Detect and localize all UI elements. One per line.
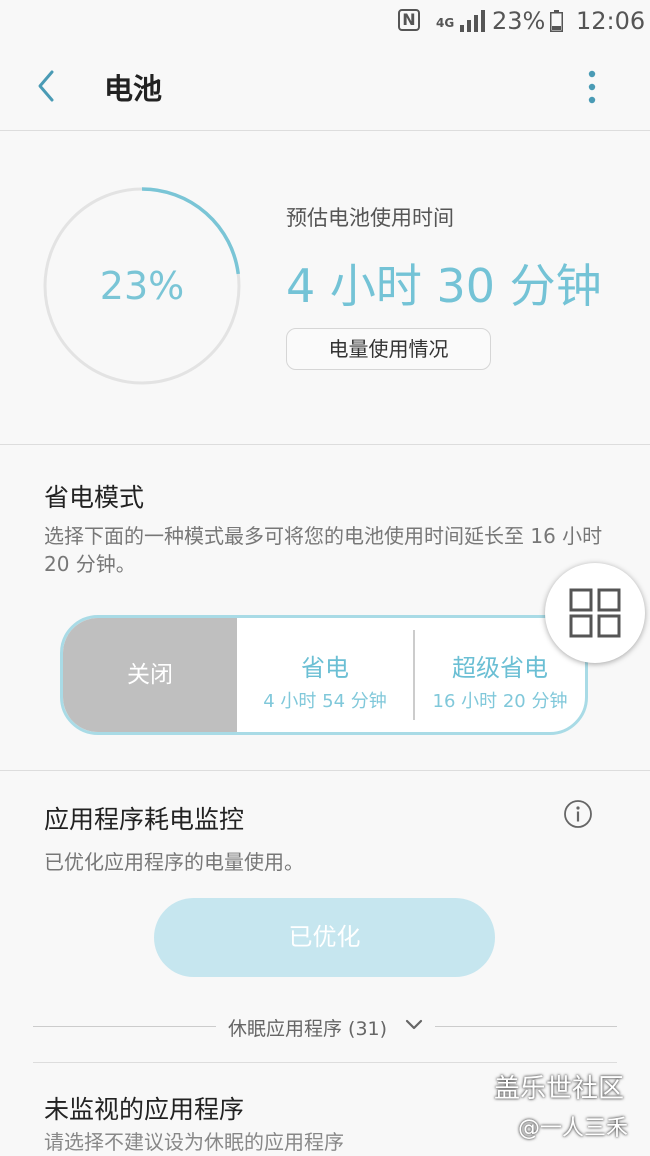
mode-off-button[interactable]: 关闭 — [63, 618, 237, 732]
estimate-label: 预估电池使用时间 — [286, 206, 454, 230]
estimate-time: 4 小时 30 分钟 — [286, 259, 602, 313]
sleeping-apps-line-right — [435, 1026, 617, 1027]
page-title: 电池 — [104, 72, 163, 106]
sleeping-apps-toggle[interactable]: 休眠应用程序 (31) — [228, 1014, 387, 1041]
power-saving-description: 选择下面的一种模式最多可将您的电池使用时间延长至 16 小时 20 分钟。 — [44, 524, 603, 576]
unmonitored-apps-description: 请选择不建议设为休眠的应用程序 — [44, 1130, 344, 1154]
unmonitored-apps-title[interactable]: 未监视的应用程序 — [44, 1090, 244, 1126]
battery-usage-button[interactable]: 电量使用情况 — [286, 328, 491, 370]
status-bar: N 4G 23% 12:06 — [0, 0, 650, 42]
battery-status-section: 23% 预估电池使用时间 4 小时 30 分钟 电量使用情况 — [0, 130, 650, 445]
watermark-user: @一人三禾 — [518, 1116, 629, 1141]
back-arrow-icon[interactable] — [30, 68, 66, 104]
mode-super-save-time: 16 小时 20 分钟 — [432, 691, 568, 712]
power-mode-selector: 关闭 省电 4 小时 54 分钟 超级省电 16 小时 20 分钟 — [60, 615, 588, 735]
info-icon[interactable] — [563, 799, 593, 829]
grid-icon — [569, 588, 621, 638]
more-options-icon[interactable] — [582, 70, 602, 104]
battery-percent: 23% — [492, 7, 546, 35]
optimized-button[interactable]: 已优化 — [154, 898, 495, 977]
battery-level-text: 23% — [99, 264, 185, 308]
sleeping-apps-line-left — [33, 1026, 216, 1027]
mode-save-label: 省电 — [301, 654, 349, 682]
power-saving-title: 省电模式 — [44, 483, 145, 512]
network-type: 4G — [436, 16, 455, 30]
watermark-community: 盖乐世社区 — [494, 1074, 625, 1104]
app-monitor-description: 已优化应用程序的电量使用。 — [44, 850, 304, 874]
app-monitor-title: 应用程序耗电监控 — [44, 805, 245, 834]
battery-screen: N 4G 23% 12:06 电池 23% 预估电池使用时间 4 小时 30 分… — [0, 0, 650, 1156]
clock: 12:06 — [576, 7, 646, 35]
section-divider — [0, 770, 650, 771]
app-bar: 电池 — [0, 42, 650, 131]
mode-save-button[interactable]: 省电 4 小时 54 分钟 — [237, 618, 413, 732]
battery-icon — [550, 10, 563, 32]
nfc-icon: N — [398, 9, 420, 31]
signal-icon — [460, 10, 485, 32]
section-divider — [33, 1062, 617, 1063]
mode-save-time: 4 小时 54 分钟 — [263, 691, 387, 712]
chevron-down-icon[interactable] — [404, 1018, 424, 1032]
floating-apps-button[interactable] — [545, 563, 645, 663]
